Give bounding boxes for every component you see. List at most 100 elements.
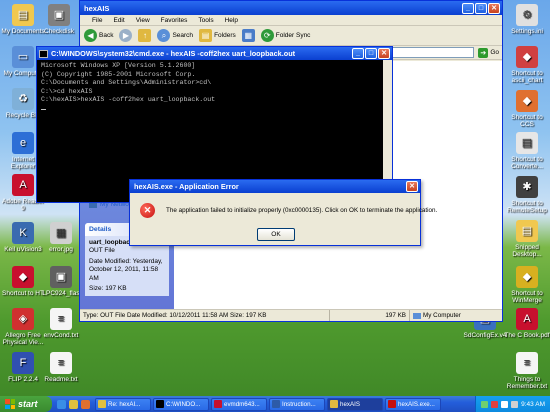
flip-icon: F bbox=[12, 352, 34, 374]
volume-tray-icon[interactable] bbox=[501, 400, 509, 408]
clock[interactable]: 9:43 AM bbox=[521, 401, 545, 408]
desktop-icon-error-jpg[interactable]: ▦ error.jpg bbox=[38, 222, 84, 253]
views-button[interactable]: ▦ bbox=[241, 29, 255, 42]
status-info: Type: OUT File Date Modified: 10/12/2011… bbox=[80, 310, 330, 321]
desktop-icon-checkdisk[interactable]: ▣ Checkdisk bbox=[36, 4, 82, 35]
close-button[interactable]: ✕ bbox=[488, 2, 500, 14]
shortcut-icon: ◆ bbox=[12, 266, 34, 288]
search-icon: ⌕ bbox=[157, 29, 171, 42]
status-location: My Computer bbox=[410, 310, 464, 321]
console-line: C:\>cd hexAIS bbox=[41, 87, 93, 95]
desktop-icon-shortcut-winmerge[interactable]: ◆ Shortcut to WinMerge bbox=[504, 266, 550, 304]
menu-help[interactable]: Help bbox=[225, 17, 238, 24]
folder-icon: ▤ bbox=[516, 220, 538, 242]
status-size: 197 KB bbox=[330, 310, 410, 321]
back-arrow-icon: ◀ bbox=[84, 29, 97, 42]
toolbar: ◀ Back ▶ ↑ ⌕ Search ▤ Folders ▦ ⟳ Folder Syn… bbox=[80, 26, 502, 46]
taskbar-item[interactable]: hexAIS bbox=[327, 397, 383, 411]
menu-tools[interactable]: Tools bbox=[198, 17, 213, 24]
desktop-icon-snipped-desktop[interactable]: ▤ Snipped Desktop... bbox=[504, 220, 550, 258]
error-icon: ✕ bbox=[140, 203, 155, 218]
windows-logo-icon bbox=[5, 399, 15, 409]
desktop-icon-shortcut-ccs[interactable]: ◆ Shortcut to CCS bbox=[504, 90, 550, 128]
error-dialog-title-bar[interactable]: hexAIS.exe - Application Error ✕ bbox=[130, 180, 420, 193]
desktop-icon-shortcut-convert[interactable]: ▤ Shortcut to Converte... bbox=[504, 132, 550, 170]
desktop-icon-lpc-flash[interactable]: ▣ LPC924_flas bbox=[38, 266, 84, 297]
console-title-bar[interactable]: C:\WINDOWS\system32\cmd.exe - hexAIS -co… bbox=[37, 47, 392, 60]
computer-icon bbox=[413, 312, 421, 319]
shortcut-icon: ▤ bbox=[516, 132, 538, 154]
ok-button[interactable]: OK bbox=[257, 228, 295, 241]
up-button[interactable]: ↑ bbox=[138, 29, 152, 42]
console-output[interactable]: Microsoft Windows XP [Version 5.1.2600](… bbox=[37, 60, 392, 116]
mail-icon bbox=[98, 400, 106, 408]
desktop-icon-readme[interactable]: ≡ Readme.txt bbox=[38, 352, 84, 383]
maximize-button[interactable]: □ bbox=[475, 2, 487, 14]
media-quick-launch-icon[interactable] bbox=[81, 399, 90, 409]
desktop-icon-things[interactable]: ≡ Things to Remember.txt bbox=[504, 352, 550, 390]
taskbar-item[interactable]: Instruction... bbox=[269, 397, 325, 411]
menu-favorites[interactable]: Favorites bbox=[161, 17, 188, 24]
console-cursor bbox=[41, 105, 388, 114]
menu-edit[interactable]: Edit bbox=[113, 17, 124, 24]
settings-file-icon: ⚙ bbox=[516, 4, 538, 26]
go-button[interactable]: ➔ Go bbox=[478, 47, 499, 58]
folder-icon: ▤ bbox=[12, 4, 34, 26]
console-title: C:\WINDOWS\system32\cmd.exe - hexAIS -co… bbox=[51, 49, 296, 58]
text-file-icon: ≡ bbox=[50, 352, 72, 374]
folders-button[interactable]: ▤ Folders bbox=[199, 29, 236, 42]
ie-quick-launch-icon[interactable] bbox=[57, 399, 66, 409]
text-file-icon: ≡ bbox=[516, 352, 538, 374]
folder-icon bbox=[330, 400, 338, 408]
start-button[interactable]: start bbox=[0, 396, 52, 412]
network-tray-icon[interactable] bbox=[481, 400, 489, 408]
search-button[interactable]: ⌕ Search bbox=[157, 29, 193, 42]
views-icon: ▦ bbox=[241, 29, 255, 42]
pdf-icon bbox=[214, 400, 222, 408]
taskbar: start Re: hexAI... C:\WINDO... evmdm643.… bbox=[0, 396, 550, 412]
forward-arrow-icon: ▶ bbox=[119, 29, 133, 42]
up-folder-icon: ↑ bbox=[138, 29, 152, 42]
internet-explorer-icon: e bbox=[12, 132, 34, 154]
allegro-icon: ◈ bbox=[12, 308, 34, 330]
folder-sync-button[interactable]: ⟳ Folder Sync bbox=[260, 29, 310, 42]
taskbar-item[interactable]: Re: hexAI... bbox=[95, 397, 151, 411]
error-dialog-close-button[interactable]: ✕ bbox=[406, 181, 418, 192]
document-icon bbox=[272, 400, 280, 408]
forward-button[interactable]: ▶ bbox=[119, 29, 133, 42]
antivirus-tray-icon[interactable] bbox=[491, 400, 499, 408]
menu-file[interactable]: File bbox=[92, 17, 102, 24]
taskbar-item[interactable]: C:\WINDO... bbox=[153, 397, 209, 411]
console-line: Microsoft Windows XP [Version 5.1.2600] bbox=[41, 62, 196, 69]
desktop-icon-shortcut-remote[interactable]: ✱ Shortcut to RemoteSetup bbox=[504, 176, 550, 214]
back-button[interactable]: ◀ Back bbox=[84, 29, 113, 42]
quick-launch bbox=[57, 399, 90, 409]
desktop-icon-settings[interactable]: ⚙ Settings.ini bbox=[504, 4, 550, 35]
pdf-file-icon: A bbox=[516, 308, 538, 330]
explorer-title: hexAIS bbox=[84, 3, 110, 13]
shortcut-icon: ◆ bbox=[516, 90, 538, 112]
text-file-icon: ≡ bbox=[50, 308, 72, 330]
shortcut-icon: ✱ bbox=[516, 176, 538, 198]
console-line: (C) Copyright 1985-2001 Microsoft Corp. bbox=[41, 70, 196, 78]
outlook-quick-launch-icon[interactable] bbox=[69, 399, 78, 409]
minimize-button[interactable]: _ bbox=[462, 2, 474, 14]
taskbar-item[interactable]: hexAIS.exe... bbox=[385, 397, 441, 411]
menu-view[interactable]: View bbox=[136, 17, 150, 24]
console-close-button[interactable]: ✕ bbox=[378, 48, 390, 59]
folders-icon: ▤ bbox=[199, 29, 213, 42]
console-line: C:\hexAIS>hexAIS -coff2hex uart_loopback… bbox=[41, 96, 216, 104]
explorer-title-bar[interactable]: hexAIS _ □ ✕ bbox=[80, 1, 502, 15]
console-minimize-button[interactable]: _ bbox=[352, 48, 364, 59]
shortcut-icon: ◆ bbox=[516, 46, 538, 68]
error-dialog: hexAIS.exe - Application Error ✕ ✕ The a… bbox=[129, 179, 437, 246]
usb-tray-icon[interactable] bbox=[511, 400, 519, 408]
keil-icon: K bbox=[12, 222, 34, 244]
desktop-icon-envcond[interactable]: ≡ envCond.txt bbox=[38, 308, 84, 339]
cmd-icon bbox=[156, 400, 164, 408]
desktop-icon-shortcut-ascii[interactable]: ◆ Shortcut to ascii_chart bbox=[504, 46, 550, 84]
taskbar-item[interactable]: evmdm643... bbox=[211, 397, 267, 411]
desktop-icon-cbook[interactable]: A The C Book.pdf bbox=[504, 308, 550, 339]
error-message: The application failed to initialize pro… bbox=[166, 207, 438, 214]
console-maximize-button[interactable]: □ bbox=[365, 48, 377, 59]
